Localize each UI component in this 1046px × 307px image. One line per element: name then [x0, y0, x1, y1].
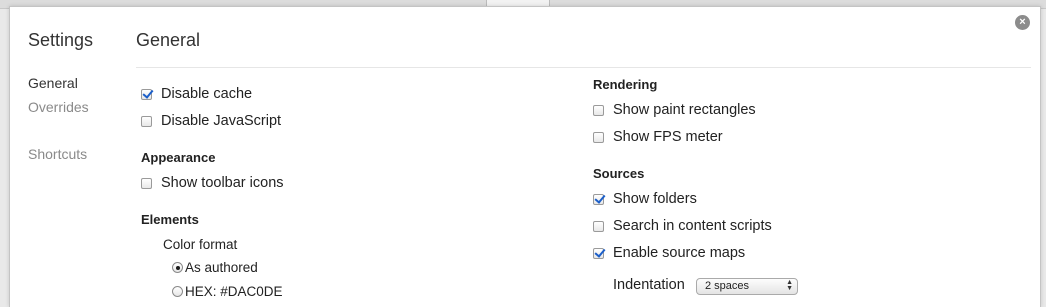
sidebar-item-shortcuts[interactable]: Shortcuts: [28, 146, 87, 162]
enable-source-maps-label: Enable source maps: [613, 245, 746, 261]
search-in-content-scripts-row[interactable]: Search in content scripts: [593, 218, 772, 234]
elements-heading: Elements: [141, 212, 199, 227]
color-format-option-hex[interactable]: HEX: #DAC0DE: [172, 284, 283, 299]
sidebar-title: Settings: [28, 30, 94, 50]
sources-heading: Sources: [593, 166, 645, 181]
show-toolbar-icons-label: Show toolbar icons: [161, 175, 284, 191]
disable-cache-row[interactable]: Disable cache: [141, 86, 252, 102]
hex-label: HEX: #DAC0DE: [185, 284, 283, 299]
as-authored-label: As authored: [185, 260, 258, 275]
disable-javascript-checkbox[interactable]: [141, 115, 152, 127]
color-format-label: Color format: [163, 237, 238, 252]
settings-sidebar: Settings General Overrides Shortcuts: [10, 7, 130, 307]
search-in-content-scripts-label: Search in content scripts: [613, 218, 772, 234]
show-paint-rectangles-checkbox[interactable]: [593, 104, 604, 116]
show-fps-meter-label: Show FPS meter: [613, 129, 723, 145]
indentation-label: Indentation: [613, 277, 685, 293]
show-folders-row[interactable]: Show folders: [593, 191, 697, 207]
enable-source-maps-checkbox[interactable]: [593, 247, 604, 259]
as-authored-radio[interactable]: [172, 262, 183, 273]
hex-radio[interactable]: [172, 286, 183, 297]
rendering-heading: Rendering: [593, 77, 658, 92]
show-folders-checkbox[interactable]: [593, 193, 604, 205]
show-fps-meter-row[interactable]: Show FPS meter: [593, 129, 723, 145]
show-toolbar-icons-row[interactable]: Show toolbar icons: [141, 175, 284, 191]
color-format-option-as-authored[interactable]: As authored: [172, 260, 258, 275]
disable-javascript-row[interactable]: Disable JavaScript: [141, 113, 281, 129]
disable-cache-label: Disable cache: [161, 86, 253, 102]
select-arrows-icon: ▲ ▼: [786, 279, 793, 292]
sidebar-item-general[interactable]: General: [28, 75, 78, 91]
disable-javascript-label: Disable JavaScript: [161, 113, 282, 129]
page-title: General: [136, 30, 201, 50]
show-fps-meter-checkbox[interactable]: [593, 131, 604, 143]
show-paint-rectangles-label: Show paint rectangles: [613, 102, 756, 118]
title-divider: [136, 67, 1031, 68]
indentation-select-value: 2 spaces: [705, 280, 750, 292]
disable-cache-checkbox[interactable]: [141, 88, 152, 100]
enable-source-maps-row[interactable]: Enable source maps: [593, 245, 745, 261]
show-folders-label: Show folders: [613, 191, 697, 207]
sidebar-item-overrides[interactable]: Overrides: [28, 99, 89, 115]
show-toolbar-icons-checkbox[interactable]: [141, 177, 152, 189]
close-icon: ×: [1019, 16, 1026, 28]
search-in-content-scripts-checkbox[interactable]: [593, 220, 604, 232]
settings-dialog: × Settings General Overrides Shortcuts G…: [9, 6, 1041, 307]
indentation-select[interactable]: 2 spaces ▲ ▼: [696, 278, 798, 295]
show-paint-rectangles-row[interactable]: Show paint rectangles: [593, 102, 756, 118]
appearance-heading: Appearance: [141, 150, 216, 165]
close-button[interactable]: ×: [1015, 15, 1030, 30]
